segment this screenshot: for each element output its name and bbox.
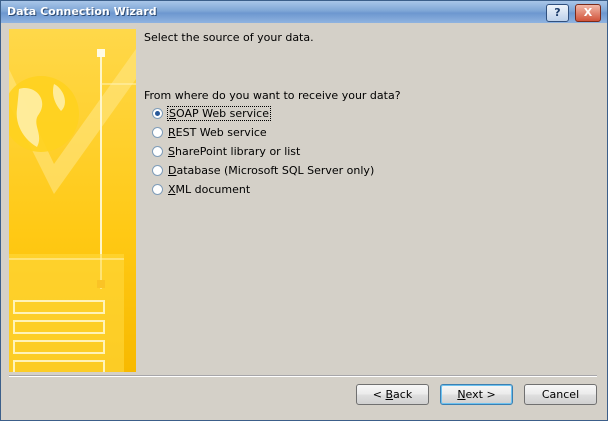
window-title: Data Connection Wizard: [7, 5, 157, 18]
wizard-window: Data Connection Wizard ? X Select the so…: [0, 0, 608, 421]
back-button[interactable]: < Back: [356, 384, 429, 405]
option-label[interactable]: SharePoint library or list: [168, 145, 300, 158]
source-options: SOAP Web service REST Web service ShareP…: [152, 104, 374, 199]
radio-rest-web-service[interactable]: [152, 127, 163, 138]
radio-database[interactable]: [152, 165, 163, 176]
option-xml-document[interactable]: XML document: [152, 180, 374, 199]
option-label[interactable]: XML document: [168, 183, 250, 196]
footer-divider-highlight: [9, 376, 597, 377]
page-heading: Select the source of your data.: [144, 31, 314, 44]
option-label[interactable]: REST Web service: [168, 126, 267, 139]
option-label[interactable]: SOAP Web service: [167, 106, 271, 121]
wizard-banner-graphic: [9, 49, 136, 372]
close-button[interactable]: X: [575, 4, 601, 22]
radio-sharepoint-library[interactable]: [152, 146, 163, 157]
cancel-button[interactable]: Cancel: [524, 384, 597, 405]
radio-xml-document[interactable]: [152, 184, 163, 195]
next-button[interactable]: Next >: [440, 384, 513, 405]
option-sharepoint-library[interactable]: SharePoint library or list: [152, 142, 374, 161]
source-question: From where do you want to receive your d…: [144, 89, 401, 102]
title-bar[interactable]: Data Connection Wizard ? X: [1, 1, 607, 23]
radio-soap-web-service[interactable]: [152, 108, 163, 119]
option-label[interactable]: Database (Microsoft SQL Server only): [168, 164, 374, 177]
wizard-banner-image: [9, 29, 136, 372]
option-soap-web-service[interactable]: SOAP Web service: [152, 104, 374, 123]
option-rest-web-service[interactable]: REST Web service: [152, 123, 374, 142]
option-database[interactable]: Database (Microsoft SQL Server only): [152, 161, 374, 180]
help-button[interactable]: ?: [546, 4, 569, 22]
